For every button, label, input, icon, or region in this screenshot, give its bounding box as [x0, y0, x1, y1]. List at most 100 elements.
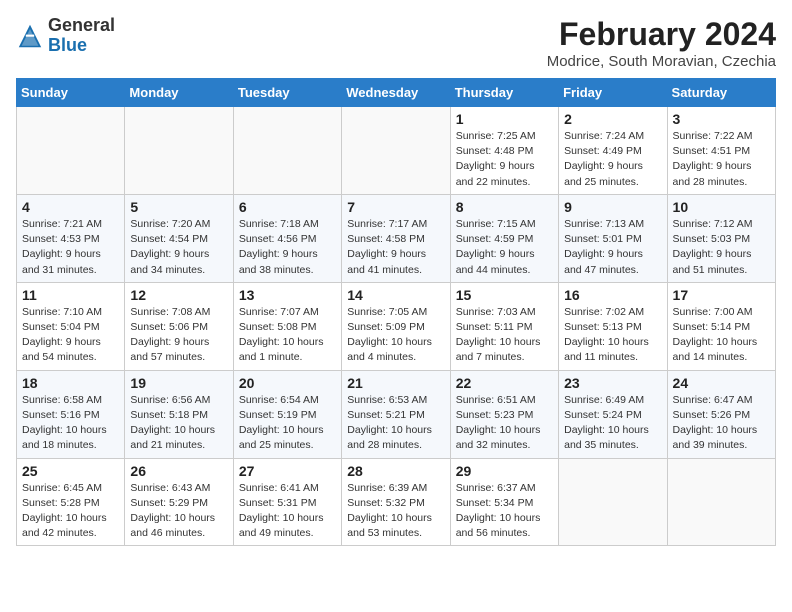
day-number: 11	[22, 287, 119, 303]
day-info: Sunrise: 6:51 AM Sunset: 5:23 PM Dayligh…	[456, 393, 553, 454]
day-number: 6	[239, 199, 336, 215]
title-area: February 2024 Modrice, South Moravian, C…	[547, 16, 776, 70]
calendar-week-1: 4Sunrise: 7:21 AM Sunset: 4:53 PM Daylig…	[17, 194, 776, 282]
day-info: Sunrise: 7:24 AM Sunset: 4:49 PM Dayligh…	[564, 129, 661, 190]
logo-text: General Blue	[48, 16, 115, 56]
logo-blue: Blue	[48, 35, 87, 55]
calendar-body: 1 Sunrise: 7:25 AM Sunset: 4:48 PM Daylig…	[17, 107, 776, 546]
day-info: Sunrise: 7:00 AM Sunset: 5:14 PM Dayligh…	[673, 305, 770, 366]
calendar-cell: 29Sunrise: 6:37 AM Sunset: 5:34 PM Dayli…	[450, 458, 558, 546]
day-header-thursday: Thursday	[450, 79, 558, 107]
calendar-cell	[667, 458, 775, 546]
calendar-header: SundayMondayTuesdayWednesdayThursdayFrid…	[17, 79, 776, 107]
calendar-cell: 8Sunrise: 7:15 AM Sunset: 4:59 PM Daylig…	[450, 194, 558, 282]
calendar-cell	[233, 107, 341, 195]
day-number: 10	[673, 199, 770, 215]
location-subtitle: Modrice, South Moravian, Czechia	[547, 53, 776, 70]
calendar-cell: 20 Sunrise: 6:54 AM Sunset: 5:19 PM Dayli…	[233, 370, 341, 458]
day-number: 2	[564, 111, 661, 127]
day-number: 7	[347, 199, 444, 215]
day-header-wednesday: Wednesday	[342, 79, 450, 107]
days-of-week-row: SundayMondayTuesdayWednesdayThursdayFrid…	[17, 79, 776, 107]
day-number: 23	[564, 375, 661, 391]
calendar-cell: 22 Sunrise: 6:51 AM Sunset: 5:23 PM Dayli…	[450, 370, 558, 458]
logo: General Blue	[16, 16, 115, 56]
day-number: 26	[130, 463, 227, 479]
day-number: 16	[564, 287, 661, 303]
day-info: Sunrise: 6:43 AM Sunset: 5:29 PM Dayligh…	[130, 481, 227, 542]
calendar-week-0: 1 Sunrise: 7:25 AM Sunset: 4:48 PM Daylig…	[17, 107, 776, 195]
day-number: 15	[456, 287, 553, 303]
day-info: Sunrise: 7:20 AM Sunset: 4:54 PM Dayligh…	[130, 217, 227, 278]
day-number: 5	[130, 199, 227, 215]
day-info: Sunrise: 6:41 AM Sunset: 5:31 PM Dayligh…	[239, 481, 336, 542]
day-info: Sunrise: 7:08 AM Sunset: 5:06 PM Dayligh…	[130, 305, 227, 366]
calendar-cell: 27 Sunrise: 6:41 AM Sunset: 5:31 PM Dayli…	[233, 458, 341, 546]
logo-icon	[16, 22, 44, 50]
day-info: Sunrise: 6:45 AM Sunset: 5:28 PM Dayligh…	[22, 481, 119, 542]
calendar-cell: 18Sunrise: 6:58 AM Sunset: 5:16 PM Dayli…	[17, 370, 125, 458]
day-number: 17	[673, 287, 770, 303]
calendar-cell: 15Sunrise: 7:03 AM Sunset: 5:11 PM Dayli…	[450, 282, 558, 370]
month-title: February 2024	[547, 16, 776, 53]
calendar-cell: 10 Sunrise: 7:12 AM Sunset: 5:03 PM Dayli…	[667, 194, 775, 282]
day-number: 18	[22, 375, 119, 391]
calendar-cell: 17 Sunrise: 7:00 AM Sunset: 5:14 PM Dayli…	[667, 282, 775, 370]
day-header-monday: Monday	[125, 79, 233, 107]
calendar-cell	[559, 458, 667, 546]
day-number: 24	[673, 375, 770, 391]
day-number: 25	[22, 463, 119, 479]
calendar-week-2: 11 Sunrise: 7:10 AM Sunset: 5:04 PM Dayli…	[17, 282, 776, 370]
day-info: Sunrise: 6:39 AM Sunset: 5:32 PM Dayligh…	[347, 481, 444, 542]
day-info: Sunrise: 7:25 AM Sunset: 4:48 PM Dayligh…	[456, 129, 553, 190]
day-number: 19	[130, 375, 227, 391]
calendar-cell: 13 Sunrise: 7:07 AM Sunset: 5:08 PM Dayli…	[233, 282, 341, 370]
day-info: Sunrise: 7:18 AM Sunset: 4:56 PM Dayligh…	[239, 217, 336, 278]
day-info: Sunrise: 7:22 AM Sunset: 4:51 PM Dayligh…	[673, 129, 770, 190]
day-info: Sunrise: 7:10 AM Sunset: 5:04 PM Dayligh…	[22, 305, 119, 366]
day-info: Sunrise: 7:02 AM Sunset: 5:13 PM Dayligh…	[564, 305, 661, 366]
day-number: 3	[673, 111, 770, 127]
day-info: Sunrise: 7:07 AM Sunset: 5:08 PM Dayligh…	[239, 305, 336, 366]
day-info: Sunrise: 6:56 AM Sunset: 5:18 PM Dayligh…	[130, 393, 227, 454]
day-header-friday: Friday	[559, 79, 667, 107]
calendar-cell	[17, 107, 125, 195]
day-number: 28	[347, 463, 444, 479]
calendar-cell: 16 Sunrise: 7:02 AM Sunset: 5:13 PM Dayli…	[559, 282, 667, 370]
day-number: 20	[239, 375, 336, 391]
calendar-cell: 26 Sunrise: 6:43 AM Sunset: 5:29 PM Dayli…	[125, 458, 233, 546]
calendar-cell: 2 Sunrise: 7:24 AM Sunset: 4:49 PM Daylig…	[559, 107, 667, 195]
day-header-tuesday: Tuesday	[233, 79, 341, 107]
calendar-cell: 14 Sunrise: 7:05 AM Sunset: 5:09 PM Dayli…	[342, 282, 450, 370]
calendar-cell: 9Sunrise: 7:13 AM Sunset: 5:01 PM Daylig…	[559, 194, 667, 282]
day-info: Sunrise: 6:37 AM Sunset: 5:34 PM Dayligh…	[456, 481, 553, 542]
day-info: Sunrise: 7:12 AM Sunset: 5:03 PM Dayligh…	[673, 217, 770, 278]
day-number: 13	[239, 287, 336, 303]
calendar-cell: 25 Sunrise: 6:45 AM Sunset: 5:28 PM Dayli…	[17, 458, 125, 546]
calendar-cell: 23 Sunrise: 6:49 AM Sunset: 5:24 PM Dayli…	[559, 370, 667, 458]
calendar-cell: 28 Sunrise: 6:39 AM Sunset: 5:32 PM Dayli…	[342, 458, 450, 546]
day-info: Sunrise: 7:15 AM Sunset: 4:59 PM Dayligh…	[456, 217, 553, 278]
calendar-cell: 3 Sunrise: 7:22 AM Sunset: 4:51 PM Daylig…	[667, 107, 775, 195]
calendar-week-3: 18Sunrise: 6:58 AM Sunset: 5:16 PM Dayli…	[17, 370, 776, 458]
calendar-cell: 4Sunrise: 7:21 AM Sunset: 4:53 PM Daylig…	[17, 194, 125, 282]
calendar-cell	[125, 107, 233, 195]
day-number: 27	[239, 463, 336, 479]
calendar-cell: 5 Sunrise: 7:20 AM Sunset: 4:54 PM Daylig…	[125, 194, 233, 282]
day-number: 21	[347, 375, 444, 391]
day-header-saturday: Saturday	[667, 79, 775, 107]
day-info: Sunrise: 6:49 AM Sunset: 5:24 PM Dayligh…	[564, 393, 661, 454]
day-info: Sunrise: 7:13 AM Sunset: 5:01 PM Dayligh…	[564, 217, 661, 278]
calendar-cell: 6 Sunrise: 7:18 AM Sunset: 4:56 PM Daylig…	[233, 194, 341, 282]
day-info: Sunrise: 7:05 AM Sunset: 5:09 PM Dayligh…	[347, 305, 444, 366]
day-info: Sunrise: 6:53 AM Sunset: 5:21 PM Dayligh…	[347, 393, 444, 454]
day-number: 22	[456, 375, 553, 391]
calendar-cell: 24Sunrise: 6:47 AM Sunset: 5:26 PM Dayli…	[667, 370, 775, 458]
calendar-cell: 1 Sunrise: 7:25 AM Sunset: 4:48 PM Daylig…	[450, 107, 558, 195]
day-number: 1	[456, 111, 553, 127]
calendar-cell: 19 Sunrise: 6:56 AM Sunset: 5:18 PM Dayli…	[125, 370, 233, 458]
day-header-sunday: Sunday	[17, 79, 125, 107]
day-number: 14	[347, 287, 444, 303]
day-info: Sunrise: 6:54 AM Sunset: 5:19 PM Dayligh…	[239, 393, 336, 454]
calendar-week-4: 25 Sunrise: 6:45 AM Sunset: 5:28 PM Dayli…	[17, 458, 776, 546]
